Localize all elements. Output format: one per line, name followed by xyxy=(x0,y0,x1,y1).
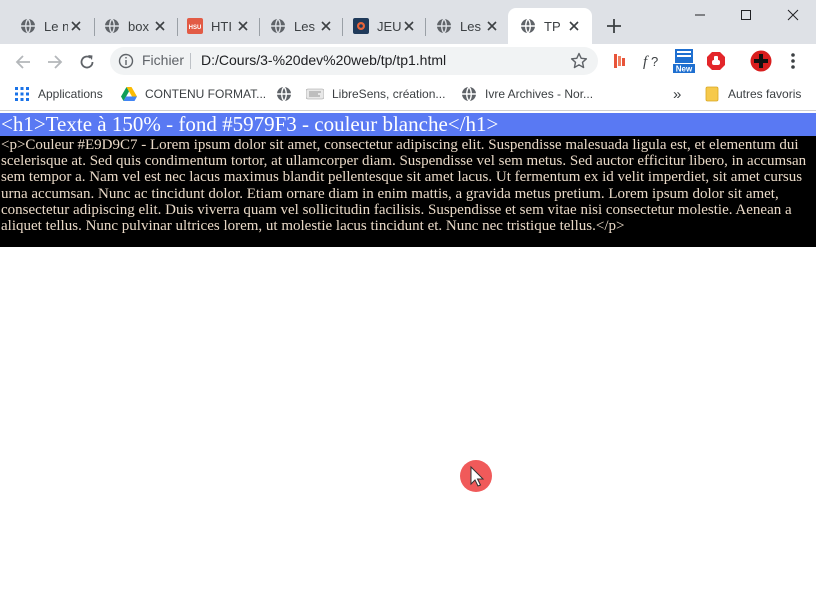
menu-button[interactable] xyxy=(782,50,804,72)
tab-title: Les xyxy=(460,18,481,34)
tab-title: TP xyxy=(544,18,561,34)
hsu-icon: HSU xyxy=(187,18,203,34)
chevron-double-right-icon: » xyxy=(673,85,682,103)
new-tab-button[interactable] xyxy=(602,14,626,38)
tab-3[interactable]: HSU HTI xyxy=(167,8,261,44)
tab-1[interactable]: Le n xyxy=(0,8,94,44)
back-button[interactable] xyxy=(9,48,37,76)
reload-icon xyxy=(80,55,94,69)
close-icon[interactable] xyxy=(68,18,84,34)
star-icon[interactable] xyxy=(570,52,588,70)
globe-icon xyxy=(276,86,292,102)
more-vert-icon xyxy=(791,53,795,69)
scheme-label: Fichier xyxy=(142,52,185,68)
drive-icon xyxy=(121,86,137,102)
extension-b-icon[interactable] xyxy=(609,50,631,72)
tab-5[interactable]: JEU xyxy=(333,8,427,44)
tab-4[interactable]: Les xyxy=(250,8,344,44)
close-icon[interactable] xyxy=(152,18,168,34)
tab-2[interactable]: box xyxy=(84,8,178,44)
bookmark-globe[interactable] xyxy=(276,85,300,103)
info-icon[interactable] xyxy=(118,53,134,69)
forward-button[interactable] xyxy=(41,48,69,76)
page-heading: <h1>Texte à 150% - fond #5979F3 - couleu… xyxy=(0,113,816,136)
hsu-icon-label: HSU xyxy=(189,25,202,31)
close-icon[interactable] xyxy=(484,18,500,34)
minimize-icon xyxy=(695,14,705,16)
extension-font-icon[interactable]: f? xyxy=(641,50,663,72)
new-badge-label: New xyxy=(676,65,693,74)
tab-7-active[interactable]: TP xyxy=(508,8,592,44)
close-window-button[interactable] xyxy=(770,0,816,30)
maximize-button[interactable] xyxy=(723,0,769,30)
globe-icon xyxy=(104,18,120,34)
bookmarks-overflow-button[interactable]: » xyxy=(673,85,681,103)
bookmark-label: Autres favoris xyxy=(728,87,802,101)
bookmark-contenu-formation[interactable]: CONTENU FORMAT... xyxy=(121,85,266,103)
globe-icon xyxy=(270,18,286,34)
libresens-icon xyxy=(306,86,324,102)
page-paragraph: <p>Couleur #E9D9C7 - Lorem ipsum dolor s… xyxy=(0,136,816,247)
minimize-button[interactable] xyxy=(677,0,723,30)
close-icon[interactable] xyxy=(235,18,251,34)
bookmark-label: LibreSens, création... xyxy=(332,87,446,101)
bookmarks-bar: Applications CONTENU FORMAT... LibreSens… xyxy=(0,78,816,111)
bookmark-label: Applications xyxy=(38,87,103,101)
tab-6[interactable]: Les xyxy=(416,8,510,44)
url-text[interactable]: D:/Cours/3-%20dev%20web/tp/tp1.html xyxy=(201,52,446,68)
tab-title: Les xyxy=(294,18,315,34)
adblock-icon[interactable] xyxy=(705,50,727,72)
page-viewport: <h1>Texte à 150% - fond #5979F3 - couleu… xyxy=(0,111,816,604)
toolbar: Fichier D:/Cours/3-%20dev%20web/tp/tp1.h… xyxy=(0,44,816,78)
reload-button[interactable] xyxy=(73,48,101,76)
folder-icon xyxy=(704,86,720,102)
maximize-icon xyxy=(741,10,751,20)
bookmark-other-favorites[interactable]: Autres favoris xyxy=(704,85,801,103)
svg-text:f: f xyxy=(643,54,649,70)
apps-grid-icon xyxy=(14,86,30,102)
close-icon[interactable] xyxy=(318,18,334,34)
extension-cross-icon[interactable] xyxy=(750,50,772,72)
address-bar[interactable]: Fichier D:/Cours/3-%20dev%20web/tp/tp1.h… xyxy=(110,47,598,75)
globe-icon xyxy=(461,86,477,102)
globe-icon xyxy=(520,18,536,34)
mouse-cursor-icon xyxy=(460,460,492,492)
plus-icon xyxy=(607,19,621,33)
tab-title: HTI xyxy=(211,18,232,34)
omnibox-divider xyxy=(190,53,191,69)
oc-icon xyxy=(353,18,369,34)
close-icon[interactable] xyxy=(401,18,417,34)
tab-strip: Le n box HSU HTI Les JEU Les TP xyxy=(0,0,816,44)
close-icon xyxy=(787,9,799,21)
bookmark-applications[interactable]: Applications xyxy=(14,85,103,103)
bookmark-libresens[interactable]: LibreSens, création... xyxy=(306,85,445,103)
bookmark-ivre-archives[interactable]: Ivre Archives - Nor... xyxy=(461,85,593,103)
extension-new-icon[interactable]: New xyxy=(672,48,696,74)
arrow-right-icon xyxy=(48,55,63,69)
close-icon[interactable] xyxy=(566,18,582,34)
svg-text:?: ? xyxy=(651,54,658,69)
tab-title: box xyxy=(128,18,149,34)
tab-title: Le n xyxy=(44,18,68,34)
tab-title: JEU xyxy=(377,18,401,34)
bookmark-label: CONTENU FORMAT... xyxy=(145,87,267,101)
globe-icon xyxy=(20,18,36,34)
bookmark-label: Ivre Archives - Nor... xyxy=(485,87,594,101)
globe-icon xyxy=(436,18,452,34)
arrow-left-icon xyxy=(15,55,30,69)
